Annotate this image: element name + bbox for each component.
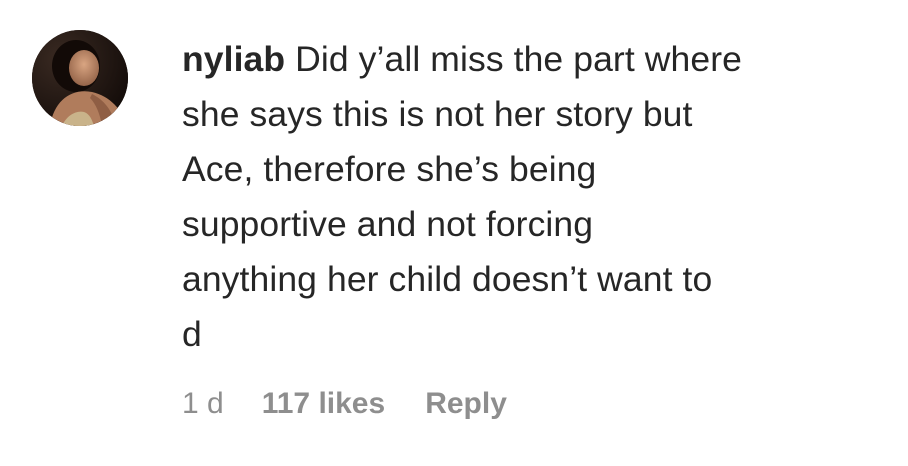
comment-username[interactable]: nyliab — [182, 39, 285, 79]
avatar[interactable] — [32, 30, 128, 126]
comment-text: nyliab Did y’all miss the part where she… — [182, 32, 882, 362]
comment-line-2: she says this is not her story but — [182, 94, 693, 134]
comment-line-3: Ace, therefore she’s being — [182, 149, 597, 189]
likes-count-button[interactable]: 117 likes — [262, 387, 385, 421]
reply-button[interactable]: Reply — [425, 387, 507, 421]
comment-line-6: d — [182, 314, 202, 354]
comment-timestamp[interactable]: 1 d — [182, 387, 224, 421]
comment-meta: 1 d 117 likes Reply — [182, 382, 507, 426]
comment: nyliab Did y’all miss the part where she… — [0, 0, 908, 466]
avatar-photo-icon — [32, 30, 128, 126]
comment-line-4: supportive and not forcing — [182, 204, 594, 244]
comment-line-text: Did y’all miss the part where — [295, 39, 742, 79]
comment-line-1: nyliab Did y’all miss the part where — [182, 32, 882, 87]
comment-line-5: anything her child doesn’t want to — [182, 259, 713, 299]
